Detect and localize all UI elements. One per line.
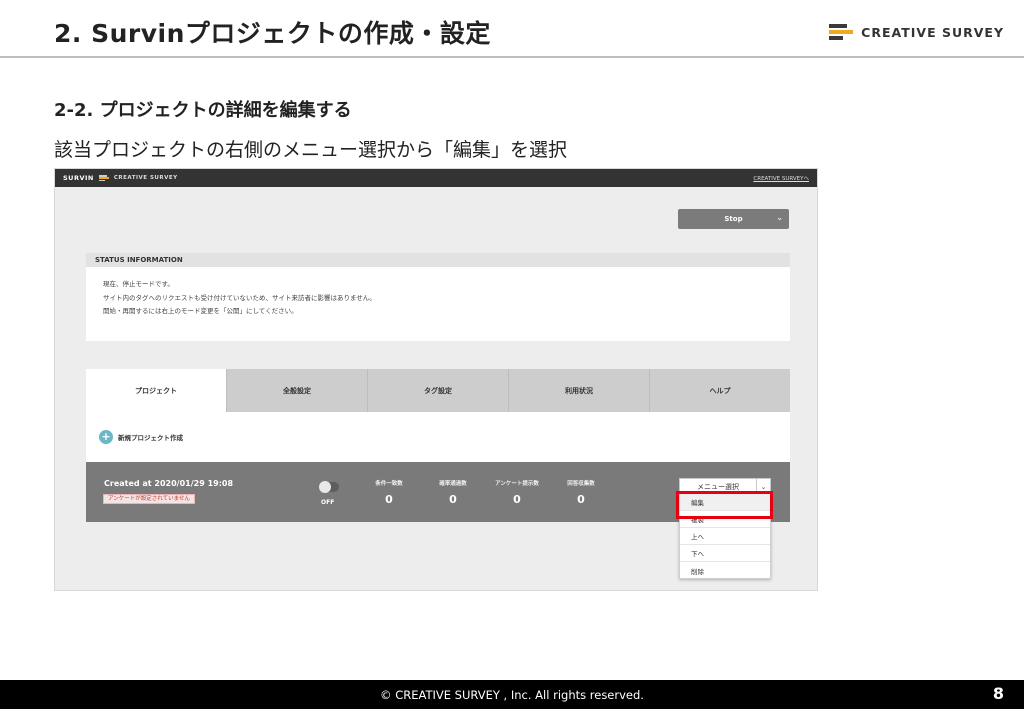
status-line: サイト内のタグへのリクエストも受け付けていないため、サイト来訪者に影響はありませ…: [103, 293, 376, 302]
title-divider: [0, 56, 1024, 58]
stat-label: 確率通過数: [439, 481, 467, 487]
stat-label: 条件一致数: [375, 481, 403, 487]
tab-general-settings[interactable]: 全般設定: [227, 369, 368, 412]
stat-probability-pass: 確率通過数 0: [423, 479, 483, 506]
edit-highlight-box: [676, 491, 773, 519]
project-toggle[interactable]: [319, 481, 339, 493]
menu-item-delete[interactable]: 削除: [680, 562, 770, 579]
menu-select-label: メニュー選択: [697, 482, 739, 491]
status-heading: STATUS INFORMATION: [86, 253, 790, 267]
new-project-label: 新規プロジェクト作成: [118, 434, 183, 442]
mode-select-button[interactable]: Stop ⌄: [678, 209, 789, 229]
stat-label: 回答収集数: [567, 481, 595, 487]
project-created-date: Created at 2020/01/29 19:08: [104, 479, 234, 488]
brand-text: CREATIVE SURVEY: [861, 24, 1004, 40]
stat-responses-collected: 回答収集数 0: [551, 479, 611, 506]
app-topbar: SURVIN CREATIVE SURVEY CREATIVE SURVEYへ: [55, 169, 817, 187]
menu-item-move-down[interactable]: 下へ: [680, 545, 770, 562]
slide: 2. Survinプロジェクトの作成・設定 CREATIVE SURVEY 2-…: [0, 0, 1024, 709]
tab-tag-settings[interactable]: タグ設定: [368, 369, 509, 412]
stat-label: アンケート提示数: [495, 481, 539, 487]
chevron-down-icon: ⌄: [776, 213, 783, 222]
tab-usage[interactable]: 利用状況: [509, 369, 650, 412]
slide-title: 2. Survinプロジェクトの作成・設定: [54, 19, 491, 48]
app-logo-brand: CREATIVE SURVEY: [113, 175, 178, 181]
plus-icon: +: [99, 430, 113, 444]
project-panel: + 新規プロジェクト作成: [86, 412, 790, 462]
menu-item-move-up[interactable]: 上へ: [680, 528, 770, 545]
stat-value: 0: [577, 493, 585, 506]
page-number: 8: [992, 684, 1004, 703]
app-brand-mark-icon: [98, 175, 109, 182]
status-line: 現在、停止モードです。: [103, 280, 174, 288]
status-information-panel: STATUS INFORMATION 現在、停止モードです。 サイト内のタグへの…: [86, 253, 790, 341]
copyright-text: © CREATIVE SURVEY , Inc. All rights rese…: [380, 687, 644, 702]
warning-badge: アンケートが設定されていません: [103, 494, 195, 504]
app-logo[interactable]: SURVIN CREATIVE SURVEY: [63, 174, 178, 182]
stat-survey-shown: アンケート提示数 0: [487, 479, 547, 506]
creative-survey-link[interactable]: CREATIVE SURVEYへ: [753, 174, 809, 182]
footer: © CREATIVE SURVEY , Inc. All rights rese…: [0, 680, 1024, 709]
brand-logo: CREATIVE SURVEY: [829, 24, 1004, 40]
stat-value: 0: [385, 493, 393, 506]
app-logo-text: SURVIN: [63, 174, 94, 182]
instruction-text: 該当プロジェクトの右側のメニュー選択から「編集」を選択: [54, 139, 568, 161]
stat-value: 0: [449, 493, 457, 506]
section-heading: 2-2. プロジェクトの詳細を編集する: [54, 100, 352, 121]
new-project-button[interactable]: + 新規プロジェクト作成: [99, 430, 183, 444]
tab-bar: プロジェクト 全般設定 タグ設定 利用状況 ヘルプ: [86, 369, 790, 412]
brand-mark-icon: [829, 24, 854, 40]
stat-value: 0: [513, 493, 521, 506]
status-line: 開始・再開するには右上のモード変更を「公開」にしてください。: [103, 307, 298, 315]
tab-help[interactable]: ヘルプ: [650, 369, 790, 412]
app-screenshot: SURVIN CREATIVE SURVEY CREATIVE SURVEYへ …: [54, 168, 818, 591]
toggle-label: OFF: [321, 499, 335, 506]
mode-select-label: Stop: [724, 215, 743, 223]
tab-project[interactable]: プロジェクト: [86, 369, 227, 412]
stat-condition-match: 条件一致数 0: [359, 479, 419, 506]
